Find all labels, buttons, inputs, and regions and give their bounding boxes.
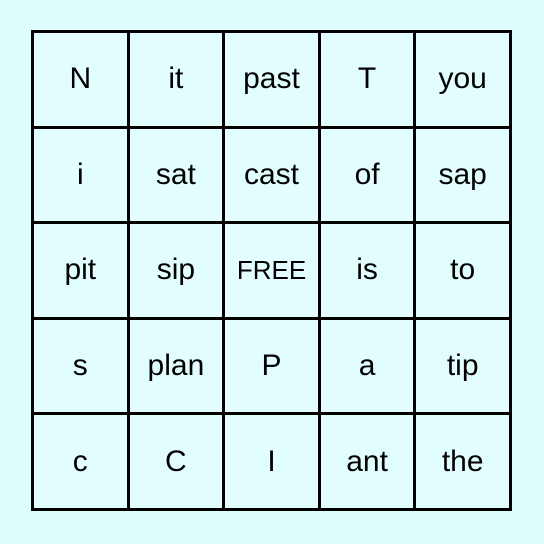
bingo-cell[interactable]: C: [129, 415, 223, 508]
bingo-cell-free-space[interactable]: FREE: [225, 224, 318, 317]
bingo-cell[interactable]: T: [320, 33, 414, 126]
bingo-cell-label: P: [261, 349, 282, 383]
bingo-card-grid: N it past T you i sat cast of sap pit si…: [31, 30, 512, 511]
bingo-cell-label: pit: [64, 253, 97, 287]
bingo-cell-label: i: [76, 157, 84, 191]
bingo-cell-label: c: [72, 444, 88, 478]
bingo-cell-label: of: [354, 157, 380, 191]
bingo-cell[interactable]: the: [416, 415, 509, 508]
bingo-cell[interactable]: c: [34, 415, 127, 508]
bingo-cell-label: plan: [147, 349, 205, 383]
bingo-cell-label: sip: [156, 253, 196, 287]
bingo-cell-label: a: [358, 349, 376, 383]
bingo-cell-label: s: [72, 349, 88, 383]
bingo-cell[interactable]: sap: [416, 128, 509, 222]
bingo-cell-label: is: [356, 253, 378, 287]
bingo-cell-label: it: [168, 62, 184, 96]
bingo-cell[interactable]: s: [34, 319, 127, 413]
bingo-cell-label: tip: [446, 349, 479, 383]
bingo-cell[interactable]: ant: [320, 415, 414, 508]
bingo-cell-label: C: [165, 444, 187, 478]
bingo-cell-label: past: [243, 62, 300, 96]
bingo-cell[interactable]: i: [34, 128, 127, 222]
bingo-cell[interactable]: past: [225, 33, 318, 126]
bingo-cell[interactable]: I: [225, 415, 318, 508]
bingo-cell[interactable]: plan: [129, 319, 223, 413]
bingo-cell-label: N: [69, 62, 92, 96]
bingo-cell[interactable]: tip: [416, 319, 509, 413]
bingo-cell[interactable]: a: [320, 319, 414, 413]
bingo-cell[interactable]: it: [129, 33, 223, 126]
bingo-cell[interactable]: of: [320, 128, 414, 222]
bingo-cell[interactable]: N: [34, 33, 127, 126]
bingo-cell[interactable]: you: [416, 33, 509, 126]
bingo-cell-label: cast: [243, 157, 299, 191]
bingo-cell-label: to: [450, 253, 476, 287]
bingo-free-label: FREE: [236, 255, 307, 286]
bingo-cell[interactable]: to: [416, 224, 509, 317]
bingo-cell[interactable]: is: [320, 224, 414, 317]
bingo-cell[interactable]: P: [225, 319, 318, 413]
bingo-cell-label: ant: [346, 444, 388, 478]
bingo-cell-label: sat: [155, 157, 196, 191]
bingo-cell[interactable]: pit: [34, 224, 127, 317]
bingo-cell-label: sap: [438, 157, 487, 191]
bingo-cell[interactable]: sat: [129, 128, 223, 222]
bingo-cell[interactable]: cast: [225, 128, 318, 222]
bingo-cell-label: the: [441, 444, 484, 478]
bingo-cell-label: I: [267, 444, 276, 478]
bingo-cell-label: you: [438, 62, 487, 96]
bingo-cell-label: T: [357, 62, 377, 96]
bingo-cell[interactable]: sip: [129, 224, 223, 317]
